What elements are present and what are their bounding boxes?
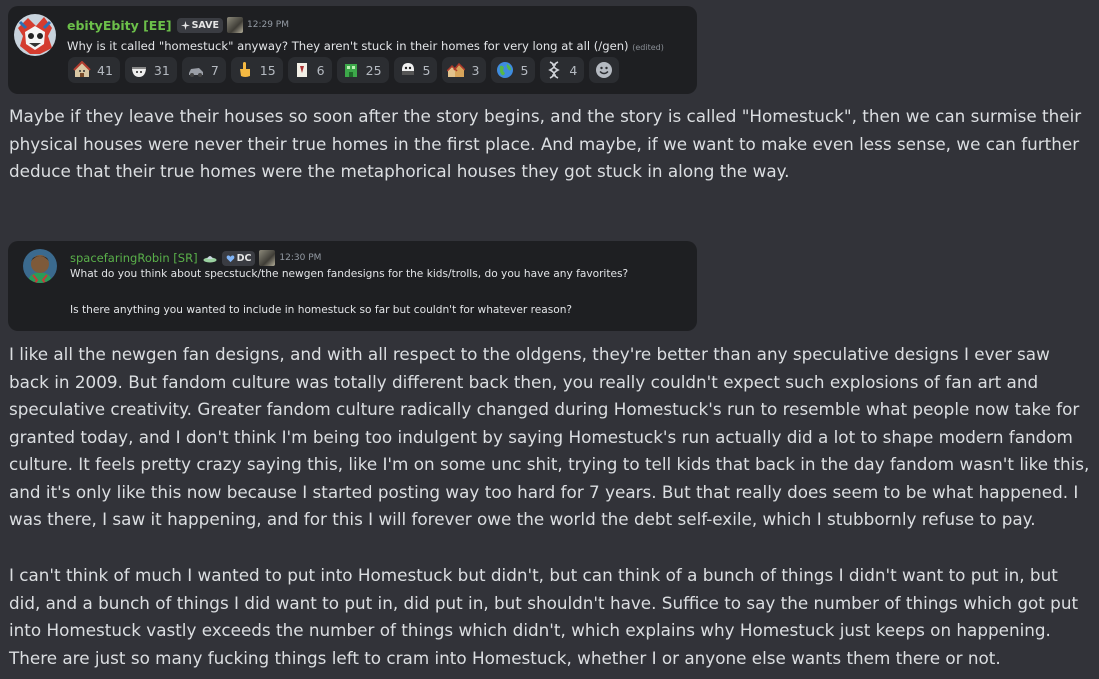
reaction-pointing-hand[interactable]: 15	[230, 57, 283, 83]
guild-tag-label: DC	[236, 252, 252, 264]
add-reaction-icon	[596, 62, 613, 78]
username[interactable]: ebityEbity [EE]	[67, 18, 172, 33]
reaction-count: 5	[422, 62, 431, 78]
message-content: Is there anything you wanted to include …	[70, 304, 573, 316]
decoration-badge-icon	[227, 17, 243, 33]
houses-icon	[447, 62, 466, 77]
sparkle-icon	[180, 20, 190, 30]
add-reaction-button[interactable]	[589, 57, 620, 83]
dna-strand-icon	[548, 61, 561, 79]
avatar[interactable]	[14, 14, 56, 56]
reaction-count: 41	[97, 62, 113, 78]
quoted-message-spacefaringrobin: spacefaringRobin [SR] DC 12:30 PM What d…	[8, 241, 697, 331]
quoted-message-ebityebity: ebityEbity [EE] SAVE 12:29 PM Why is it …	[8, 6, 697, 94]
white-card-icon	[296, 63, 307, 77]
reply-paragraph: Maybe if they leave their houses so soon…	[9, 106, 1082, 181]
reaction-green-building[interactable]: 25	[336, 57, 389, 83]
green-building-icon	[344, 64, 357, 77]
pointing-hand-icon	[239, 62, 250, 77]
reaction-bar: 41 31 7 15 6 25 5 3 5 4	[68, 57, 620, 83]
reaction-house-with-face[interactable]: 41	[68, 57, 120, 83]
avatar[interactable]	[23, 249, 57, 283]
reaction-count: 7	[210, 62, 219, 78]
reaction-white-card[interactable]: 6	[287, 57, 332, 83]
reaction-globe[interactable]: 5	[491, 57, 536, 83]
reply-paragraph: I can't think of much I wanted to put in…	[9, 565, 1079, 668]
globe-icon	[497, 62, 514, 78]
decoration-badge-icon	[259, 250, 276, 266]
heart-shield-icon	[226, 254, 234, 262]
reaction-count: 4	[569, 62, 578, 78]
guild-tag-label: SAVE	[191, 19, 219, 31]
guild-tag[interactable]: SAVE	[176, 17, 223, 33]
grey-car-icon	[188, 68, 203, 77]
reaction-dna-strand[interactable]: 4	[540, 57, 585, 83]
reaction-count: 25	[365, 62, 382, 78]
timestamp: 12:30 PM	[279, 253, 322, 263]
timestamp: 12:29 PM	[247, 20, 289, 30]
message-text: Why is it called "homestuck" anyway? The…	[67, 39, 664, 53]
reply-paragraph: I like all the newgen fan designs, and w…	[9, 344, 1090, 529]
message-content: Why is it called "homestuck" anyway? The…	[67, 39, 629, 53]
reaction-count: 5	[520, 62, 529, 78]
reaction-houses[interactable]: 3	[442, 57, 487, 83]
guild-tag[interactable]: DC	[221, 250, 256, 266]
message-content: What do you think about specstuck/the ne…	[70, 268, 629, 280]
reaction-bowl-with-face[interactable]: 31	[124, 57, 177, 83]
message-header: ebityEbity [EE] SAVE 12:29 PM	[67, 17, 289, 33]
edited-label: (edited)	[632, 43, 664, 52]
username[interactable]: spacefaringRobin [SR]	[70, 251, 198, 265]
reaction-ghost-face[interactable]: 5	[393, 57, 438, 83]
ufo-icon	[203, 255, 217, 262]
reaction-count: 6	[316, 62, 325, 78]
reaction-count: 3	[471, 62, 480, 78]
ghost-face-icon	[401, 63, 414, 75]
bowl-with-face-icon	[131, 67, 146, 77]
reaction-grey-car[interactable]: 7	[181, 57, 226, 83]
message-header: spacefaringRobin [SR] DC 12:30 PM	[70, 250, 321, 266]
reaction-count: 31	[153, 62, 170, 78]
house-with-face-icon	[73, 61, 91, 77]
reaction-count: 15	[259, 62, 276, 78]
